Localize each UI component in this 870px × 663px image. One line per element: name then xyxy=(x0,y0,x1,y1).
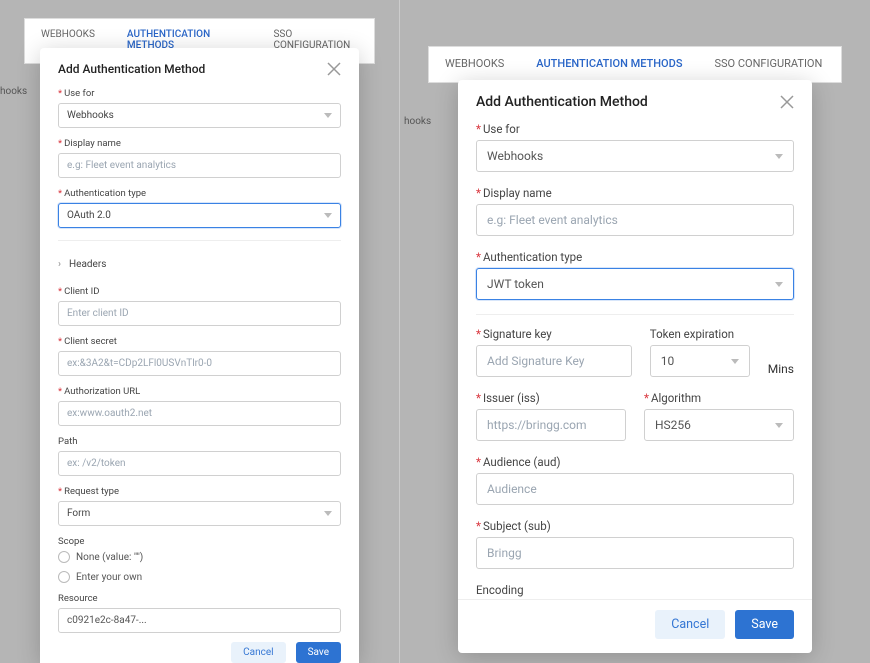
breadcrumb-fragment: hooks xyxy=(0,86,27,97)
auth-url-label: *Authorization URL xyxy=(58,386,341,397)
chevron-down-icon xyxy=(775,282,783,287)
cancel-button[interactable]: Cancel xyxy=(655,610,725,639)
tab-auth-methods[interactable]: AUTHENTICATION METHODS xyxy=(520,47,698,82)
token-expiration-label: Token expiration xyxy=(650,327,750,341)
chevron-down-icon xyxy=(324,511,332,516)
encoding-label: Encoding xyxy=(476,583,794,597)
use-for-label: *Use for xyxy=(476,122,794,136)
algorithm-label: *Algorithm xyxy=(644,391,794,405)
signature-key-input[interactable] xyxy=(476,345,632,377)
tab-sso[interactable]: SSO CONFIGURATION xyxy=(698,47,838,82)
add-auth-modal-oauth: Add Authentication Method *Use for Webho… xyxy=(40,48,359,663)
issuer-input[interactable] xyxy=(476,409,626,441)
signature-key-label: *Signature key xyxy=(476,327,632,341)
headers-toggle[interactable]: › Headers xyxy=(58,253,341,276)
token-expiration-select[interactable]: 10 xyxy=(650,345,750,377)
client-secret-label: *Client secret xyxy=(58,336,341,347)
chevron-right-icon: › xyxy=(58,259,61,270)
scope-own-radio[interactable]: Enter your own xyxy=(58,571,341,583)
display-name-input[interactable] xyxy=(58,153,341,178)
save-button[interactable]: Save xyxy=(735,610,794,639)
client-id-input[interactable] xyxy=(58,301,341,326)
mins-label: Mins xyxy=(768,362,794,376)
tab-bar: WEBHOOKS AUTHENTICATION METHODS SSO CONF… xyxy=(428,46,842,83)
audience-input[interactable] xyxy=(476,473,794,505)
auth-type-label: *Authentication type xyxy=(476,250,794,264)
scope-none-radio[interactable]: None (value: "") xyxy=(58,551,341,563)
divider xyxy=(58,240,341,241)
chevron-down-icon xyxy=(731,359,739,364)
radio-icon xyxy=(58,551,70,563)
radio-icon xyxy=(58,571,70,583)
scope-own-label: Enter your own xyxy=(76,572,142,583)
chevron-down-icon xyxy=(775,423,783,428)
cancel-button[interactable]: Cancel xyxy=(231,642,285,663)
auth-url-input[interactable] xyxy=(58,401,341,426)
close-icon[interactable] xyxy=(780,95,794,109)
subject-label: *Subject (sub) xyxy=(476,519,794,533)
auth-type-select[interactable]: JWT token xyxy=(476,268,794,300)
breadcrumb-fragment: hooks xyxy=(404,116,431,127)
modal-title: Add Authentication Method xyxy=(58,62,205,76)
chevron-down-icon xyxy=(324,213,332,218)
request-type-label: *Request type xyxy=(58,486,341,497)
add-auth-modal-jwt: Add Authentication Method *Use for Webho… xyxy=(458,80,812,653)
resource-label: Resource xyxy=(58,593,341,604)
use-for-label: *Use for xyxy=(58,88,341,99)
headers-label: Headers xyxy=(69,259,106,270)
scope-none-label: None (value: "") xyxy=(76,552,143,563)
subject-input[interactable] xyxy=(476,537,794,569)
chevron-down-icon xyxy=(775,154,783,159)
client-id-label: *Client ID xyxy=(58,286,341,297)
path-label: Path xyxy=(58,436,341,447)
display-name-input[interactable] xyxy=(476,204,794,236)
client-secret-input[interactable] xyxy=(58,351,341,376)
modal-title: Add Authentication Method xyxy=(476,94,648,110)
resource-input[interactable] xyxy=(58,608,341,633)
auth-type-select[interactable]: OAuth 2.0 xyxy=(58,203,341,228)
display-name-label: *Display name xyxy=(476,186,794,200)
use-for-select[interactable]: Webhooks xyxy=(476,140,794,172)
chevron-down-icon xyxy=(324,113,332,118)
save-button[interactable]: Save xyxy=(296,642,341,663)
tab-webhooks[interactable]: WEBHOOKS xyxy=(429,47,520,82)
issuer-label: *Issuer (iss) xyxy=(476,391,626,405)
display-name-label: *Display name xyxy=(58,138,341,149)
divider xyxy=(476,314,794,315)
path-input[interactable] xyxy=(58,451,341,476)
request-type-select[interactable]: Form xyxy=(58,501,341,526)
algorithm-select[interactable]: HS256 xyxy=(644,409,794,441)
auth-type-label: *Authentication type xyxy=(58,188,341,199)
use-for-select[interactable]: Webhooks xyxy=(58,103,341,128)
audience-label: *Audience (aud) xyxy=(476,455,794,469)
scope-label: Scope xyxy=(58,536,341,547)
close-icon[interactable] xyxy=(327,62,341,76)
